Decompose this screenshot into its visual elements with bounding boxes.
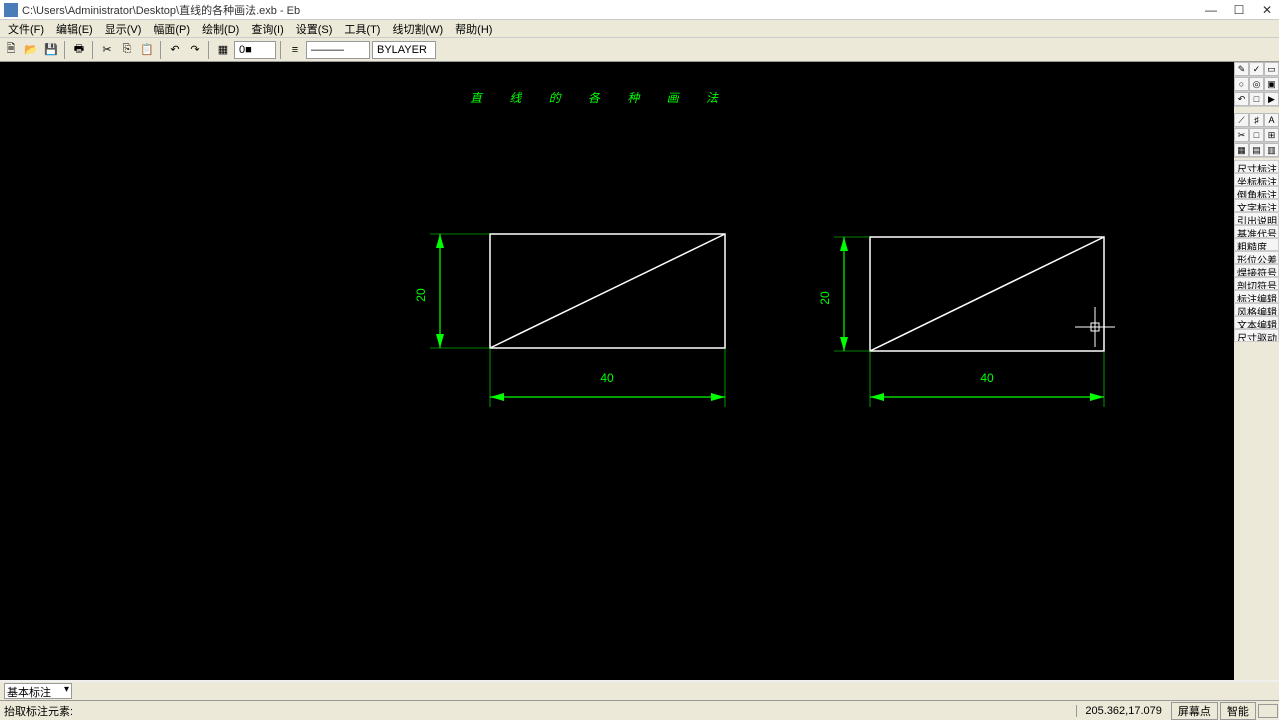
tool-icon[interactable]: ▦ — [1234, 143, 1249, 157]
open-icon[interactable]: 📂 — [22, 41, 40, 59]
blank-mode[interactable] — [1258, 704, 1278, 718]
dim-item[interactable]: 文字标注 — [1234, 199, 1279, 212]
canvas-title: 直 线 的 各 种 画 法 — [470, 91, 730, 105]
color-select[interactable]: BYLAYER — [372, 41, 436, 59]
tool-icon[interactable]: ↶ — [1234, 92, 1249, 106]
dim-item[interactable]: 焊接符号 — [1234, 264, 1279, 277]
dim-item[interactable]: 标注编辑 — [1234, 290, 1279, 303]
dim-item[interactable]: 尺寸标注 — [1234, 160, 1279, 173]
app-icon — [4, 3, 18, 17]
tool-icon[interactable]: ⟋ — [1234, 113, 1249, 127]
layer-select[interactable]: 0■ — [234, 41, 276, 59]
separator — [64, 41, 66, 59]
left-figure: 20 40 — [414, 234, 725, 407]
menu-bar: 文件(F) 编辑(E) 显示(V) 幅面(P) 绘制(D) 查询(I) 设置(S… — [0, 20, 1279, 38]
title-bar: C:\Users\Administrator\Desktop\直线的各种画法.e… — [0, 0, 1279, 20]
dim-h-left: 40 — [600, 371, 614, 385]
dimension-list: 尺寸标注 坐标标注 倒角标注 文字标注 引出说明 基准代号 粗糙度 形位公差 焊… — [1234, 160, 1279, 342]
dim-item[interactable]: 引出说明 — [1234, 212, 1279, 225]
coordinates: 205.362,17.079 — [1076, 705, 1169, 717]
tool-icon[interactable]: ✓ — [1249, 62, 1264, 76]
menu-tools[interactable]: 工具(T) — [338, 21, 386, 37]
menu-edit[interactable]: 编辑(E) — [50, 21, 99, 37]
toolbar: 🗎 📂 💾 🖶 ✂ ⎘ 📋 ↶ ↷ ▦ 0■ ≡ ——— BYLAYER — [0, 38, 1279, 62]
dim-item[interactable]: 坐标标注 — [1234, 173, 1279, 186]
copy-icon[interactable]: ⎘ — [118, 41, 136, 59]
tool-icon[interactable]: ▥ — [1264, 143, 1279, 157]
tool-icon[interactable]: ♯ — [1249, 113, 1264, 127]
menu-view[interactable]: 显示(V) — [99, 21, 148, 37]
tool-icon[interactable]: A — [1264, 113, 1279, 127]
layer-icon[interactable]: ▦ — [214, 41, 232, 59]
linetype-icon[interactable]: ≡ — [286, 41, 304, 59]
dim-h-right: 40 — [980, 371, 994, 385]
dim-item[interactable]: 倒角标注 — [1234, 186, 1279, 199]
dim-item[interactable]: 形位公差 — [1234, 251, 1279, 264]
crosshair-cursor — [1075, 307, 1115, 347]
separator — [92, 41, 94, 59]
tool-icon[interactable]: ▶ — [1264, 92, 1279, 106]
linetype-select[interactable]: ——— — [306, 41, 370, 59]
tool-icon[interactable]: □ — [1249, 92, 1264, 106]
new-icon[interactable]: 🗎 — [2, 41, 20, 59]
style-bar: 基本标注 — [0, 682, 1279, 700]
tool-icon[interactable]: ◎ — [1249, 77, 1264, 91]
tool-icon[interactable]: ▤ — [1249, 143, 1264, 157]
paste-icon[interactable]: 📋 — [138, 41, 156, 59]
tool-icon[interactable]: ⊞ — [1264, 128, 1279, 142]
dim-item[interactable]: 尺寸驱动 — [1234, 329, 1279, 342]
undo-icon[interactable]: ↶ — [166, 41, 184, 59]
separator — [160, 41, 162, 59]
menu-query[interactable]: 查询(I) — [245, 21, 289, 37]
tool-icon[interactable]: ○ — [1234, 77, 1249, 91]
right-figure: 20 40 — [818, 237, 1104, 407]
separator — [280, 41, 282, 59]
tool-icon[interactable]: ▣ — [1264, 77, 1279, 91]
menu-draw[interactable]: 绘制(D) — [196, 21, 245, 37]
redo-icon[interactable]: ↷ — [186, 41, 204, 59]
menu-settings[interactable]: 设置(S) — [290, 21, 339, 37]
dim-item[interactable]: 剖切符号 — [1234, 277, 1279, 290]
cut-icon[interactable]: ✂ — [98, 41, 116, 59]
command-prompt: 抬取标注元素: — [0, 703, 1076, 719]
tool-icon[interactable]: ✎ — [1234, 62, 1249, 76]
menu-file[interactable]: 文件(F) — [2, 21, 50, 37]
dim-item[interactable]: 风格编辑 — [1234, 303, 1279, 316]
window-title: C:\Users\Administrator\Desktop\直线的各种画法.e… — [22, 2, 1203, 18]
separator — [208, 41, 210, 59]
maximize-button[interactable]: ☐ — [1231, 3, 1247, 17]
snap-mode[interactable]: 屏幕点 — [1171, 702, 1218, 720]
drawing-canvas[interactable]: 直 线 的 各 种 画 法 20 40 20 40 — [0, 62, 1234, 680]
dim-style-select[interactable]: 基本标注 — [4, 683, 72, 699]
status-bar: 抬取标注元素: 205.362,17.079 屏幕点 智能 — [0, 700, 1279, 720]
dim-item[interactable]: 粗糙度 — [1234, 238, 1279, 251]
dim-v-left: 20 — [414, 288, 428, 302]
right-panel: ✎ ✓ ▭ ○ ◎ ▣ ↶ □ ▶ ⟋ ♯ A ✂ □ ⊞ ▦ ▤ ▥ 尺寸标注… — [1234, 62, 1279, 680]
tool-icon[interactable]: □ — [1249, 128, 1264, 142]
dim-item[interactable]: 文本编辑 — [1234, 316, 1279, 329]
smart-mode[interactable]: 智能 — [1220, 702, 1256, 720]
menu-help[interactable]: 帮助(H) — [449, 21, 498, 37]
tool-icon[interactable]: ✂ — [1234, 128, 1249, 142]
tool-icon[interactable]: ▭ — [1264, 62, 1279, 76]
print-icon[interactable]: 🖶 — [70, 41, 88, 59]
minimize-button[interactable]: — — [1203, 3, 1219, 17]
dim-v-right: 20 — [818, 291, 832, 305]
menu-wire[interactable]: 线切割(W) — [386, 21, 449, 37]
close-button[interactable]: ✕ — [1259, 3, 1275, 17]
dim-item[interactable]: 基准代号 — [1234, 225, 1279, 238]
menu-format[interactable]: 幅面(P) — [147, 21, 196, 37]
save-icon[interactable]: 💾 — [42, 41, 60, 59]
